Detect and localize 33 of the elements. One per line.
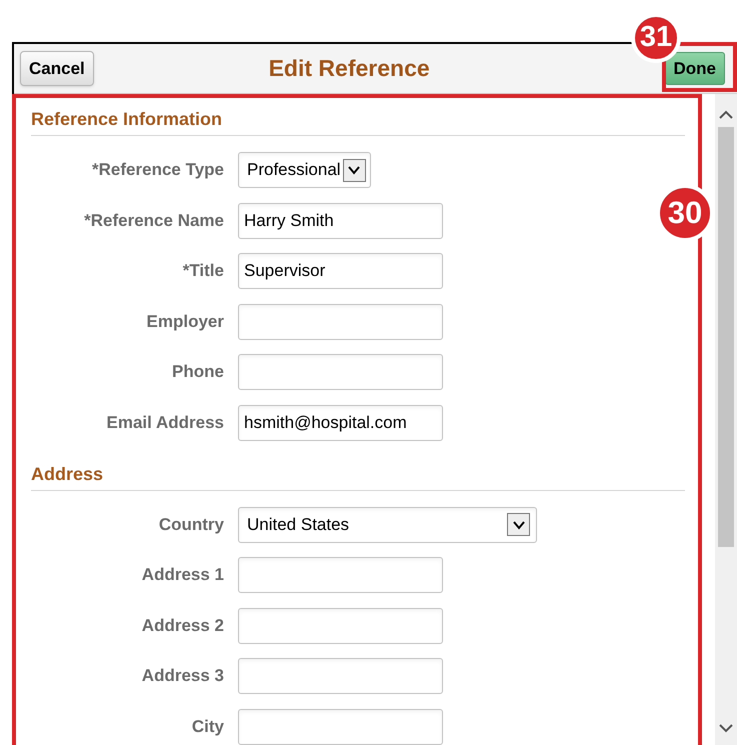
page-title: Edit Reference — [268, 54, 431, 84]
scroll-down-icon[interactable] — [719, 724, 733, 733]
field-label: Address 1 — [140, 564, 225, 586]
field-label: *Reference Type — [91, 159, 225, 182]
input-field[interactable] — [238, 708, 443, 744]
field-label: *Reference Name — [83, 210, 225, 232]
input-field[interactable] — [238, 304, 443, 340]
dropdown-caret-icon — [342, 158, 366, 182]
cancel-button[interactable]: Cancel — [20, 51, 94, 86]
section-heading: Address — [31, 460, 685, 490]
scrollbar-thumb[interactable] — [718, 127, 734, 547]
input-field[interactable] — [238, 354, 443, 390]
input-field[interactable]: Harry Smith — [238, 202, 443, 238]
section-heading: Reference Information — [31, 106, 685, 136]
field-label: Address 3 — [140, 665, 225, 688]
field-label: Country — [158, 514, 225, 536]
field-label: *Title — [182, 260, 225, 282]
field-label: Phone — [171, 361, 225, 384]
input-field[interactable] — [238, 608, 443, 644]
dropdown-caret-icon — [507, 513, 530, 536]
dropdown[interactable]: Professional — [238, 152, 371, 188]
done-button[interactable]: Done — [664, 52, 725, 85]
input-field[interactable] — [238, 658, 443, 694]
field-label: Email Address — [106, 412, 225, 434]
scrollbar[interactable] — [715, 94, 737, 745]
field-label: Address 2 — [140, 614, 225, 637]
dropdown[interactable]: United States — [238, 506, 537, 542]
field-label: Employer — [146, 310, 225, 333]
field-label: City — [190, 716, 225, 738]
input-field[interactable] — [238, 557, 443, 593]
input-field[interactable]: Supervisor — [238, 253, 443, 289]
input-field[interactable]: hsmith@hospital.com — [238, 404, 443, 440]
scroll-up-icon[interactable] — [719, 110, 733, 119]
